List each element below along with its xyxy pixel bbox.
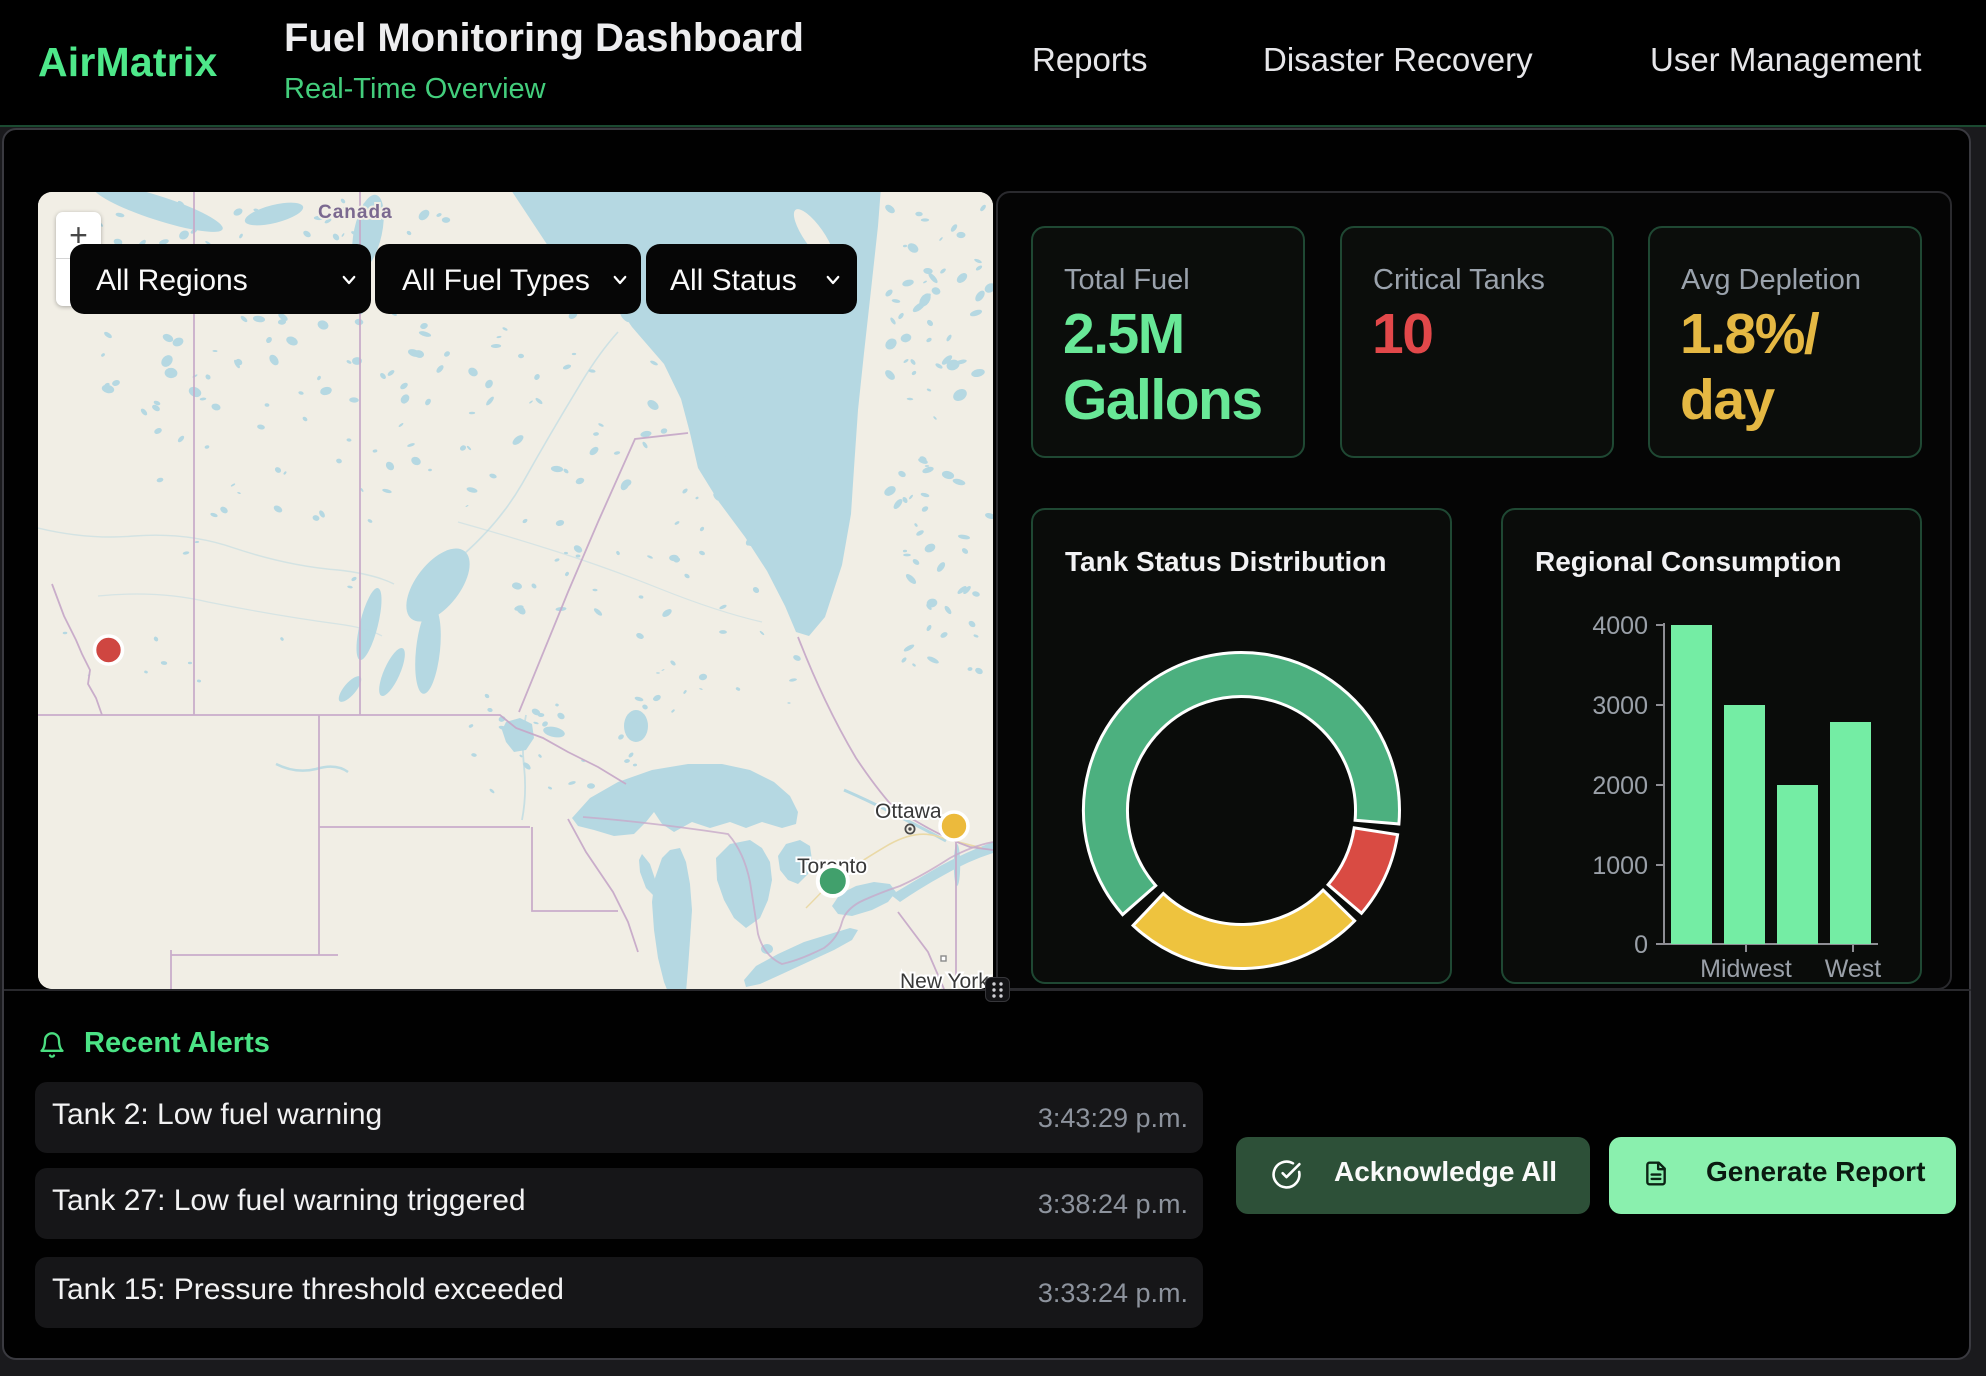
svg-text:3000: 3000 <box>1592 692 1648 720</box>
svg-text:Midwest: Midwest <box>1700 955 1792 983</box>
svg-text:0: 0 <box>1634 931 1648 959</box>
svg-text:1000: 1000 <box>1592 852 1648 880</box>
svg-text:4000: 4000 <box>1592 612 1648 640</box>
svg-text:West: West <box>1825 955 1882 983</box>
svg-text:2000: 2000 <box>1592 772 1648 800</box>
